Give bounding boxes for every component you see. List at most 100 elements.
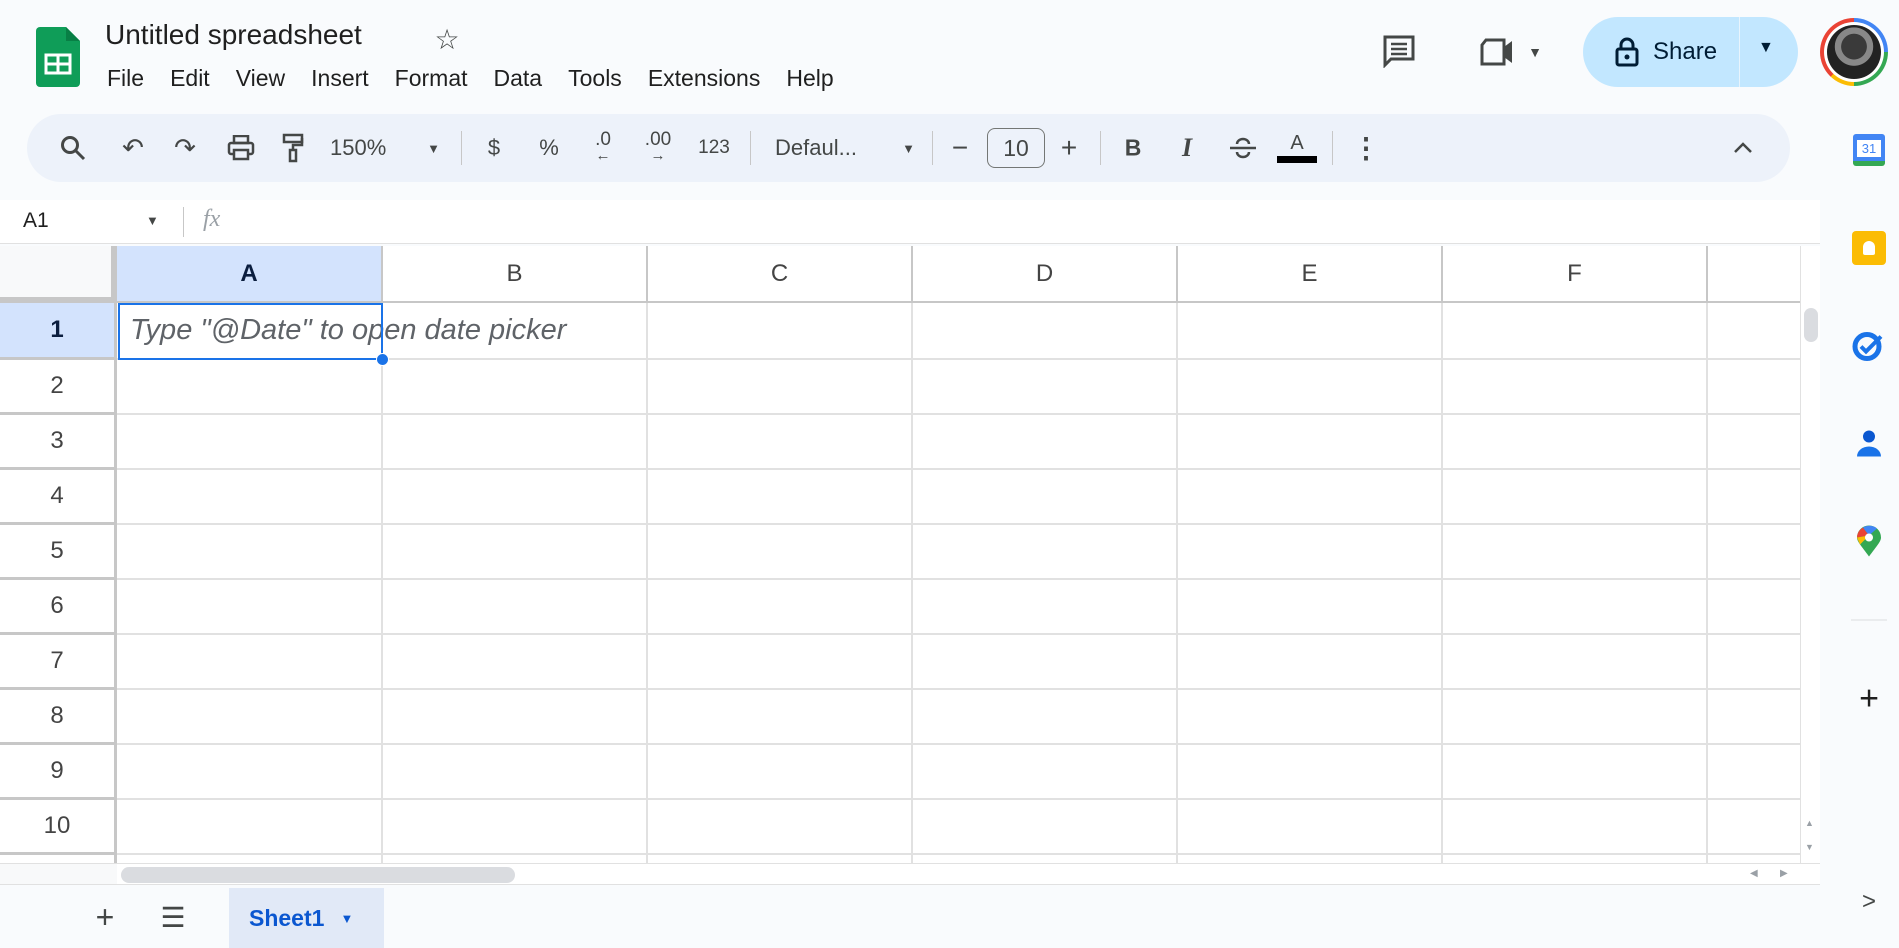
menu-file[interactable]: File [107, 65, 144, 92]
contacts-icon[interactable] [1855, 429, 1883, 464]
text-color-button[interactable]: A [1277, 133, 1317, 163]
row-header-9[interactable]: 9 [0, 745, 117, 800]
account-avatar[interactable] [1820, 18, 1888, 86]
fill-handle[interactable] [376, 353, 389, 366]
keep-icon[interactable] [1852, 231, 1886, 265]
grid-line [117, 688, 1800, 690]
scroll-left-icon[interactable]: ◀ [1750, 868, 1758, 879]
side-panel [1820, 100, 1899, 948]
maps-icon[interactable] [1856, 525, 1882, 563]
column-header-a[interactable]: A [117, 246, 383, 303]
toolbar-divider [1332, 131, 1333, 165]
select-all-corner[interactable] [0, 246, 117, 303]
formula-input[interactable] [240, 204, 1810, 240]
toolbar-divider [1100, 131, 1101, 165]
zoom-select[interactable]: 150% ▼ [330, 135, 440, 161]
increase-decimal-button[interactable]: .00 → [644, 129, 672, 164]
decrease-decimal-button[interactable]: .0 ← [595, 129, 611, 164]
column-header-d[interactable]: D [913, 246, 1178, 303]
font-size-input[interactable]: 10 [987, 128, 1045, 168]
column-header-e[interactable]: E [1178, 246, 1443, 303]
column-header-c[interactable]: C [648, 246, 913, 303]
fx-icon: fx [203, 206, 221, 232]
decrease-decimal-label: .0 [595, 129, 611, 150]
menu-bar: File Edit View Insert Format Data Tools … [107, 65, 860, 92]
strikethrough-icon[interactable] [1228, 135, 1258, 161]
calendar-icon[interactable]: 31 [1853, 134, 1885, 166]
show-side-panel-icon[interactable]: > [1862, 888, 1876, 916]
menu-extensions[interactable]: Extensions [648, 65, 761, 92]
menu-view[interactable]: View [236, 65, 285, 92]
print-icon[interactable] [227, 135, 255, 161]
grid-line [381, 303, 383, 865]
formula-divider [183, 207, 184, 237]
search-menus-icon[interactable] [60, 135, 86, 161]
undo-icon[interactable]: ↶ [122, 133, 144, 164]
menu-help[interactable]: Help [786, 65, 833, 92]
redo-icon[interactable]: ↷ [174, 133, 196, 164]
vertical-scrollbar[interactable]: ▲ ▼ [1800, 246, 1820, 865]
column-header-g[interactable] [1708, 246, 1800, 303]
get-addons-icon[interactable]: + [1859, 680, 1879, 719]
italic-button[interactable]: I [1182, 133, 1192, 163]
name-box[interactable]: A1 [23, 209, 49, 233]
selected-cell-a1[interactable] [118, 303, 383, 360]
increase-decimal-label: .00 [644, 129, 672, 150]
share-button[interactable]: Share ▼ [1583, 17, 1798, 87]
decrease-font-size-icon[interactable]: − [952, 132, 968, 164]
comment-icon[interactable] [1380, 32, 1418, 70]
share-label: Share [1653, 38, 1718, 65]
scroll-up-icon[interactable]: ▲ [1805, 818, 1814, 828]
spreadsheet-grid[interactable]: A B C D E F 1 2 3 4 5 6 7 8 9 10 Type "@… [0, 246, 1800, 865]
row-header-2[interactable]: 2 [0, 360, 117, 415]
share-dropdown-icon[interactable]: ▼ [1758, 39, 1774, 57]
name-box-dropdown-icon[interactable]: ▼ [146, 213, 159, 228]
sheets-logo[interactable] [36, 27, 80, 87]
row-header-1[interactable]: 1 [0, 303, 117, 360]
horizontal-scrollbar[interactable]: ◀ ▶ [0, 863, 1820, 885]
scroll-down-icon[interactable]: ▼ [1805, 842, 1814, 852]
document-title[interactable]: Untitled spreadsheet [105, 19, 362, 51]
row-header-7[interactable]: 7 [0, 635, 117, 690]
row-header-10[interactable]: 10 [0, 800, 117, 855]
grid-line [911, 303, 913, 865]
increase-font-size-icon[interactable]: + [1061, 132, 1077, 164]
menu-tools[interactable]: Tools [568, 65, 622, 92]
tasks-icon[interactable] [1852, 330, 1886, 367]
sheet-tab-label: Sheet1 [249, 904, 325, 931]
meet-dropdown-icon[interactable]: ▼ [1528, 44, 1542, 60]
bold-button[interactable]: B [1125, 135, 1142, 162]
number-format-button[interactable]: 123 [698, 137, 730, 159]
collapse-toolbar-icon[interactable] [1733, 142, 1753, 154]
row-header-8[interactable]: 8 [0, 690, 117, 745]
sheet-tab-dropdown-icon[interactable]: ▼ [340, 911, 353, 926]
row-header-5[interactable]: 5 [0, 525, 117, 580]
scroll-right-icon[interactable]: ▶ [1780, 868, 1788, 879]
menu-insert[interactable]: Insert [311, 65, 369, 92]
grid-line [117, 413, 1800, 415]
grid-line [117, 633, 1800, 635]
menu-data[interactable]: Data [494, 65, 543, 92]
more-options-icon[interactable]: ⋮ [1352, 132, 1380, 165]
add-sheet-icon[interactable]: + [88, 899, 122, 935]
font-select[interactable]: Defaul... ▼ [775, 135, 915, 161]
row-header-4[interactable]: 4 [0, 470, 117, 525]
row-header-3[interactable]: 3 [0, 415, 117, 470]
star-icon[interactable]: ☆ [430, 22, 464, 56]
currency-format-button[interactable]: $ [488, 135, 500, 161]
font-dropdown-icon: ▼ [902, 140, 915, 156]
sheet-tab-sheet1[interactable]: Sheet1 ▼ [229, 888, 384, 948]
grid-line [117, 468, 1800, 470]
menu-format[interactable]: Format [395, 65, 468, 92]
column-header-f[interactable]: F [1443, 246, 1708, 303]
horizontal-scroll-thumb[interactable] [121, 867, 515, 883]
grid-line [117, 798, 1800, 800]
column-header-b[interactable]: B [383, 246, 648, 303]
percent-format-button[interactable]: % [539, 135, 559, 161]
row-header-6[interactable]: 6 [0, 580, 117, 635]
all-sheets-icon[interactable]: ☰ [156, 900, 190, 934]
menu-edit[interactable]: Edit [170, 65, 210, 92]
vertical-scroll-thumb[interactable] [1804, 308, 1818, 342]
paint-format-icon[interactable] [282, 133, 304, 163]
meet-icon[interactable]: ▼ [1470, 34, 1550, 70]
